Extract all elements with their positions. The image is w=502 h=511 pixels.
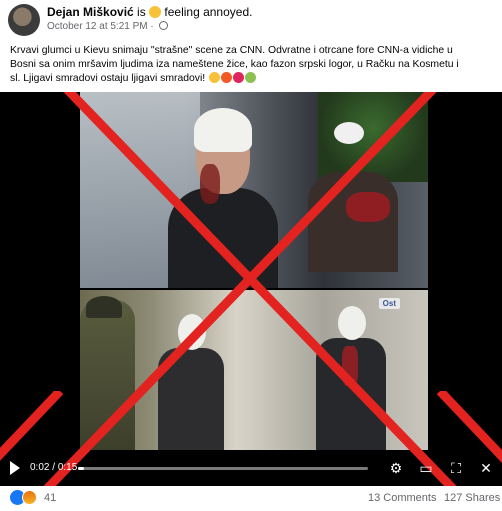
nauseated-emoji-icon — [245, 72, 257, 83]
post-text-line-1: Krvavi glumci u Kievu snimaju "strašne" … — [10, 45, 453, 56]
play-icon[interactable] — [10, 461, 20, 475]
time-separator: / — [52, 462, 56, 473]
angry-icon[interactable] — [22, 490, 37, 505]
is-text: is — [133, 5, 150, 19]
fullscreen-icon[interactable]: ⛶ — [448, 460, 464, 476]
post-footer: 41 13 Comments 127 Shares — [0, 391, 502, 511]
meta-separator: · — [150, 21, 154, 32]
video-time: 0:02 / 0:15 — [30, 462, 77, 473]
red-cross-overlay — [43, 92, 457, 486]
post-timestamp[interactable]: October 12 at 5:21 PM — [47, 21, 148, 32]
post-text-line-3: sl. Ljigavi smradovi ostaju ljigavi smra… — [10, 72, 494, 86]
cross-line-2 — [43, 92, 437, 486]
shares-count[interactable]: 127 Shares — [444, 492, 500, 504]
comments-count[interactable]: 13 Comments — [368, 492, 436, 504]
author-line: Dejan Mišković is feeling annoyed. — [47, 5, 252, 19]
video-player[interactable]: Ost 0:02 / 0:15 ⚙ ▭ ⛶ ✕ — [0, 92, 502, 486]
settings-icon[interactable]: ⚙ — [388, 460, 404, 476]
video-controls: 0:02 / 0:15 ⚙ ▭ ⛶ ✕ — [0, 452, 502, 486]
post-text-line-3-text: sl. Ljigavi smradovi ostaju ljigavi smra… — [10, 73, 206, 84]
angry-face-emoji-icon — [221, 72, 233, 83]
progress-bar[interactable] — [78, 467, 368, 470]
avatar[interactable] — [8, 4, 40, 36]
feeling-text: feeling annoyed. — [164, 5, 253, 19]
annoyed-emoji-icon — [209, 72, 221, 83]
author-name[interactable]: Dejan Mišković — [47, 5, 134, 19]
crying-emoji-icon — [233, 72, 245, 83]
globe-icon — [158, 21, 168, 30]
post-text-line-2: Bosni sa onim mršavim ljudima iza namešt… — [10, 59, 459, 70]
speaker-icon[interactable]: ▭ — [418, 460, 434, 476]
post-header: Dejan Mišković is feeling annoyed. Octob… — [0, 0, 502, 40]
reaction-count[interactable]: 41 — [44, 492, 56, 504]
duration: 0:15 — [57, 462, 78, 473]
annoyed-emoji-icon — [149, 6, 162, 18]
cross-line-1 — [63, 92, 457, 486]
current-time: 0:02 — [30, 462, 50, 473]
volume-icon[interactable]: ✕ — [478, 460, 494, 476]
progress-fill — [78, 467, 84, 470]
post-text: Krvavi glumci u Kievu snimaju "strašne" … — [10, 44, 494, 86]
post-meta: October 12 at 5:21 PM · — [47, 21, 168, 32]
